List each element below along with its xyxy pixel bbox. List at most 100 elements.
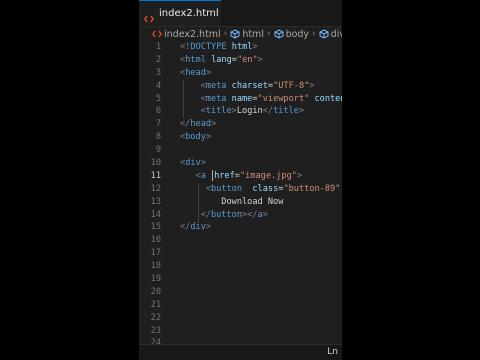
breadcrumb-label: index2.html xyxy=(164,28,221,40)
tag: body xyxy=(185,132,206,143)
breadcrumb-item-div[interactable]: div xyxy=(319,29,342,40)
breadcrumb-item-html[interactable]: html xyxy=(230,29,264,40)
code-line-13: Download Now xyxy=(180,196,342,209)
punct: <! xyxy=(180,42,191,52)
line-number-active: 11 xyxy=(150,170,161,181)
code-line-14: </button></a> xyxy=(180,209,342,222)
text: Login xyxy=(236,106,263,117)
line-number: 18 xyxy=(150,261,161,272)
string: "image.jpg" xyxy=(239,170,297,181)
attr: class xyxy=(242,183,279,194)
value: html xyxy=(231,42,253,52)
breadcrumb-label: div xyxy=(330,28,342,40)
tab-label: index2.html xyxy=(159,8,219,19)
code-line-12: <button class="button-89" xyxy=(180,183,342,196)
tag: meta xyxy=(205,93,227,104)
line-number: 6 xyxy=(155,106,161,117)
code-line-4: <meta charset="UTF-8"> xyxy=(180,80,342,93)
line-number: 17 xyxy=(150,248,161,259)
tab-bar: index2.html xyxy=(139,0,342,27)
tag: title xyxy=(273,106,299,117)
line-number: 3 xyxy=(155,67,161,78)
punct: > xyxy=(252,42,258,52)
line-number: 2 xyxy=(155,54,161,65)
punct: </ xyxy=(247,209,258,220)
line-number: 22 xyxy=(150,312,161,323)
html-file-icon xyxy=(144,9,154,22)
line-number: 8 xyxy=(155,132,161,143)
code-editor: index2.html index2.html › html › body › … xyxy=(139,0,342,360)
punct: > xyxy=(211,119,217,130)
punct: </ xyxy=(180,119,191,130)
line-number: 5 xyxy=(155,93,161,104)
line-number: 10 xyxy=(150,158,161,169)
tab-index2-html[interactable]: index2.html xyxy=(139,0,221,26)
code-line-6: <title>Login</title> xyxy=(180,105,342,118)
code-line-7: </head> xyxy=(180,118,342,131)
status-bar: Ln xyxy=(139,344,342,360)
breadcrumb-item-body[interactable]: body xyxy=(274,28,310,40)
tag: meta xyxy=(205,80,227,91)
code-line-2: <html lang="en"> xyxy=(180,54,342,67)
line-number: 20 xyxy=(150,286,161,297)
line-number: 12 xyxy=(150,183,161,194)
breadcrumb: index2.html › html › body › di xyxy=(139,27,342,41)
line-number: 7 xyxy=(155,119,161,130)
line-number: 21 xyxy=(150,299,161,310)
line-number: 1 xyxy=(155,42,161,52)
punct: > xyxy=(262,209,268,220)
tag: html xyxy=(185,54,206,65)
punct: > xyxy=(298,106,305,117)
line-number: 19 xyxy=(150,274,161,285)
code-text-area[interactable]: <!DOCTYPE html> <html lang="en"> <head> … xyxy=(180,41,342,234)
html-file-icon xyxy=(152,29,162,39)
chevron-right-icon: › xyxy=(312,29,316,39)
attr: href xyxy=(214,170,235,181)
element-icon xyxy=(319,29,329,39)
code-line-11: <a href="image.jpg"> xyxy=(180,169,342,183)
tag: button xyxy=(210,209,242,220)
punct: > xyxy=(205,132,212,143)
string: "UTF-8" xyxy=(273,80,310,91)
attr: name xyxy=(226,93,253,104)
line-number-gutter: 1 2 3 4 5 6 7 8 9 10 11 12 13 14 15 16 1… xyxy=(139,41,163,350)
tag: a xyxy=(200,170,206,181)
attr: lang xyxy=(205,54,232,65)
punct: > xyxy=(257,54,263,65)
tag: head xyxy=(190,119,212,130)
punct: </ xyxy=(262,106,274,117)
punct: </ xyxy=(200,209,211,220)
punct: > xyxy=(205,222,212,233)
code-line-15: </div> xyxy=(180,221,342,234)
line-number: 13 xyxy=(150,196,161,207)
code-line-1: <!DOCTYPE html> xyxy=(180,41,342,54)
keyword: DOCTYPE xyxy=(190,42,227,52)
string: "button-89" xyxy=(283,183,341,194)
line-number: 4 xyxy=(155,80,161,91)
punct: > xyxy=(296,170,303,181)
attr: charset xyxy=(226,80,268,91)
tag: head xyxy=(185,67,206,78)
line-number: 14 xyxy=(150,209,161,220)
tag: div xyxy=(185,158,201,169)
tag: title xyxy=(205,106,232,117)
status-line-indicator[interactable]: Ln xyxy=(327,347,338,357)
punct: > xyxy=(205,67,212,78)
chevron-right-icon: › xyxy=(223,29,228,39)
string: "en" xyxy=(236,54,258,65)
element-icon xyxy=(274,29,284,39)
breadcrumb-item-file[interactable]: index2.html xyxy=(152,29,221,40)
text-cursor xyxy=(212,169,214,181)
punct: </ xyxy=(180,222,191,233)
string: "viewport" xyxy=(257,93,310,104)
right-black-margin xyxy=(342,0,480,360)
breadcrumb-label: body xyxy=(285,28,310,40)
element-icon xyxy=(230,29,240,39)
tag: div xyxy=(190,222,206,233)
line-number: 23 xyxy=(150,325,161,336)
chevron-right-icon: › xyxy=(266,29,271,39)
line-number: 16 xyxy=(150,235,161,246)
line-number: 9 xyxy=(155,145,161,156)
tag: button xyxy=(210,183,243,194)
code-line-10: <div> xyxy=(180,157,342,170)
